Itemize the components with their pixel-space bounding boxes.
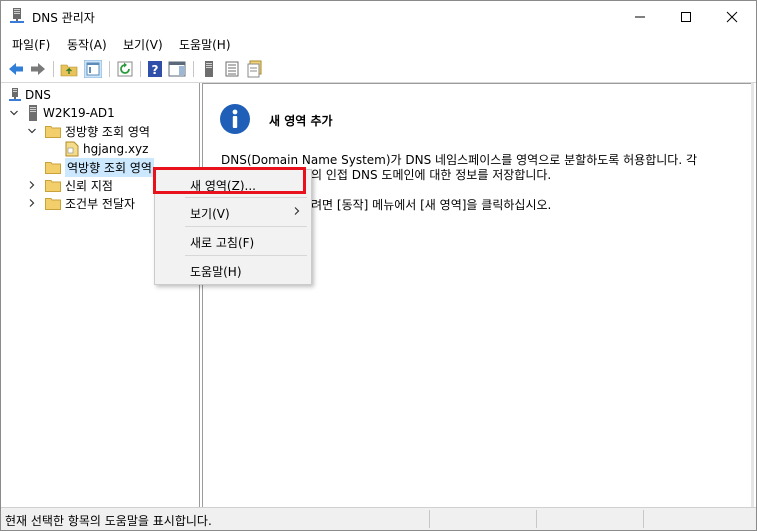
menu-bar: 파일(F) 동작(A) 보기(V) 도움말(H) [1, 32, 756, 54]
menu-file[interactable]: 파일(F) [12, 36, 50, 53]
vertical-scrollbar[interactable] [751, 83, 754, 507]
context-menu-separator [185, 226, 307, 227]
window-title: DNS 관리자 [32, 11, 95, 25]
tree-item-dns[interactable]: DNS [9, 86, 51, 104]
chevron-down-icon[interactable] [27, 126, 37, 136]
info-icon [220, 104, 250, 134]
minimize-button[interactable] [617, 1, 663, 32]
dns-app-icon [10, 8, 24, 23]
toolbar-separator [140, 61, 141, 77]
tree-item-reverse-lookup-zones[interactable]: 역방향 조회 영역 [45, 157, 154, 177]
maximize-button[interactable] [663, 1, 709, 32]
results-pane-body [203, 84, 753, 504]
menu-view[interactable]: 보기(V) [123, 36, 163, 53]
status-bar: 현재 선택한 항목의 도움말을 표시합니다. [1, 507, 756, 530]
back-icon[interactable] [7, 60, 25, 78]
tree-label-server: W2K19-AD1 [43, 106, 115, 120]
annotation-highlight-box [153, 167, 306, 194]
chevron-right-icon[interactable] [27, 198, 37, 208]
tree-label-dns: DNS [25, 88, 51, 102]
dns-manager-window: DNS 관리자 파일(F) 동작(A) 보기(V) 도움말(H) ? DNS W… [0, 0, 757, 531]
menu-action[interactable]: 동작(A) [67, 36, 107, 53]
action-pane-icon[interactable] [168, 60, 186, 78]
context-menu-separator [185, 197, 307, 198]
tree-item-zone-hgjang[interactable]: hgjang.xyz [65, 140, 148, 158]
content-heading: 새 영역 추가 [269, 114, 333, 128]
close-icon [726, 11, 738, 22]
chevron-right-icon[interactable] [27, 180, 37, 190]
toolbar-separator [109, 61, 110, 77]
status-divider [643, 510, 644, 528]
minimize-icon [635, 16, 645, 17]
toolbar-separator [53, 61, 54, 77]
tree-item-server[interactable]: W2K19-AD1 [27, 104, 115, 122]
tree-item-forward-lookup-zones[interactable]: 정방향 조회 영역 [45, 122, 150, 140]
maximize-icon [681, 11, 691, 22]
status-divider [536, 510, 537, 528]
results-pane [202, 83, 754, 507]
show-hide-console-tree-icon[interactable] [84, 60, 102, 78]
description-line-2: 의 인접 DNS 도메인에 대한 정보를 저장합니다. [311, 168, 552, 182]
title-bar[interactable]: DNS 관리자 [1, 1, 756, 32]
folder-icon [45, 161, 61, 174]
context-menu-view-label: 보기(V) [190, 207, 230, 221]
list-icon[interactable] [223, 60, 241, 78]
svg-text:?: ? [152, 63, 159, 77]
help-icon[interactable]: ? [146, 60, 164, 78]
context-menu-refresh-label: 새로 고침(F) [190, 236, 255, 250]
context-menu-view[interactable]: 보기(V) [155, 201, 311, 223]
toolbar-separator [193, 61, 194, 77]
menu-help[interactable]: 도움말(H) [179, 36, 231, 53]
context-menu-separator [185, 255, 307, 256]
tree-label-reverse-lookup-zones: 역방향 조회 영역 [65, 157, 154, 177]
tree-label-zone-hgjang: hgjang.xyz [83, 142, 149, 156]
chevron-right-icon [294, 207, 300, 215]
tree-item-trust-points[interactable]: 신뢰 지점 [45, 176, 113, 194]
chevron-down-icon[interactable] [9, 108, 19, 118]
up-folder-icon[interactable] [60, 60, 78, 78]
tree-label-forward-lookup-zones: 정방향 조회 영역 [65, 124, 150, 139]
tree-label-trust-points: 신뢰 지점 [65, 178, 113, 193]
zone-file-icon [65, 141, 79, 157]
tree-item-conditional-forwarders[interactable]: 조건부 전달자 [45, 194, 135, 212]
status-divider [429, 510, 430, 528]
server-icon [29, 105, 37, 121]
console-tree: DNS W2K19-AD1 정방향 조회 영역 hgjang.xyz 역방향 조… [1, 83, 200, 507]
forward-icon[interactable] [29, 60, 47, 78]
context-menu-help[interactable]: 도움말(H) [155, 259, 311, 281]
toolbar: ? [1, 56, 756, 83]
refresh-icon[interactable] [116, 60, 134, 78]
properties-icon[interactable] [246, 60, 264, 78]
context-menu-refresh[interactable]: 새로 고침(F) [155, 230, 311, 252]
close-button[interactable] [709, 1, 755, 32]
tree-label-conditional-forwarders: 조건부 전달자 [65, 196, 136, 211]
description-line-3: 려면 [동작] 메뉴에서 [새 영역]을 클릭하십시오. [311, 198, 552, 212]
context-menu-help-label: 도움말(H) [190, 265, 242, 279]
folder-icon [45, 197, 61, 210]
server-icon[interactable] [200, 60, 218, 78]
folder-icon [45, 179, 61, 192]
folder-icon [45, 125, 61, 138]
status-text: 현재 선택한 항목의 도움말을 표시합니다. [5, 514, 212, 528]
dns-icon [9, 88, 21, 101]
